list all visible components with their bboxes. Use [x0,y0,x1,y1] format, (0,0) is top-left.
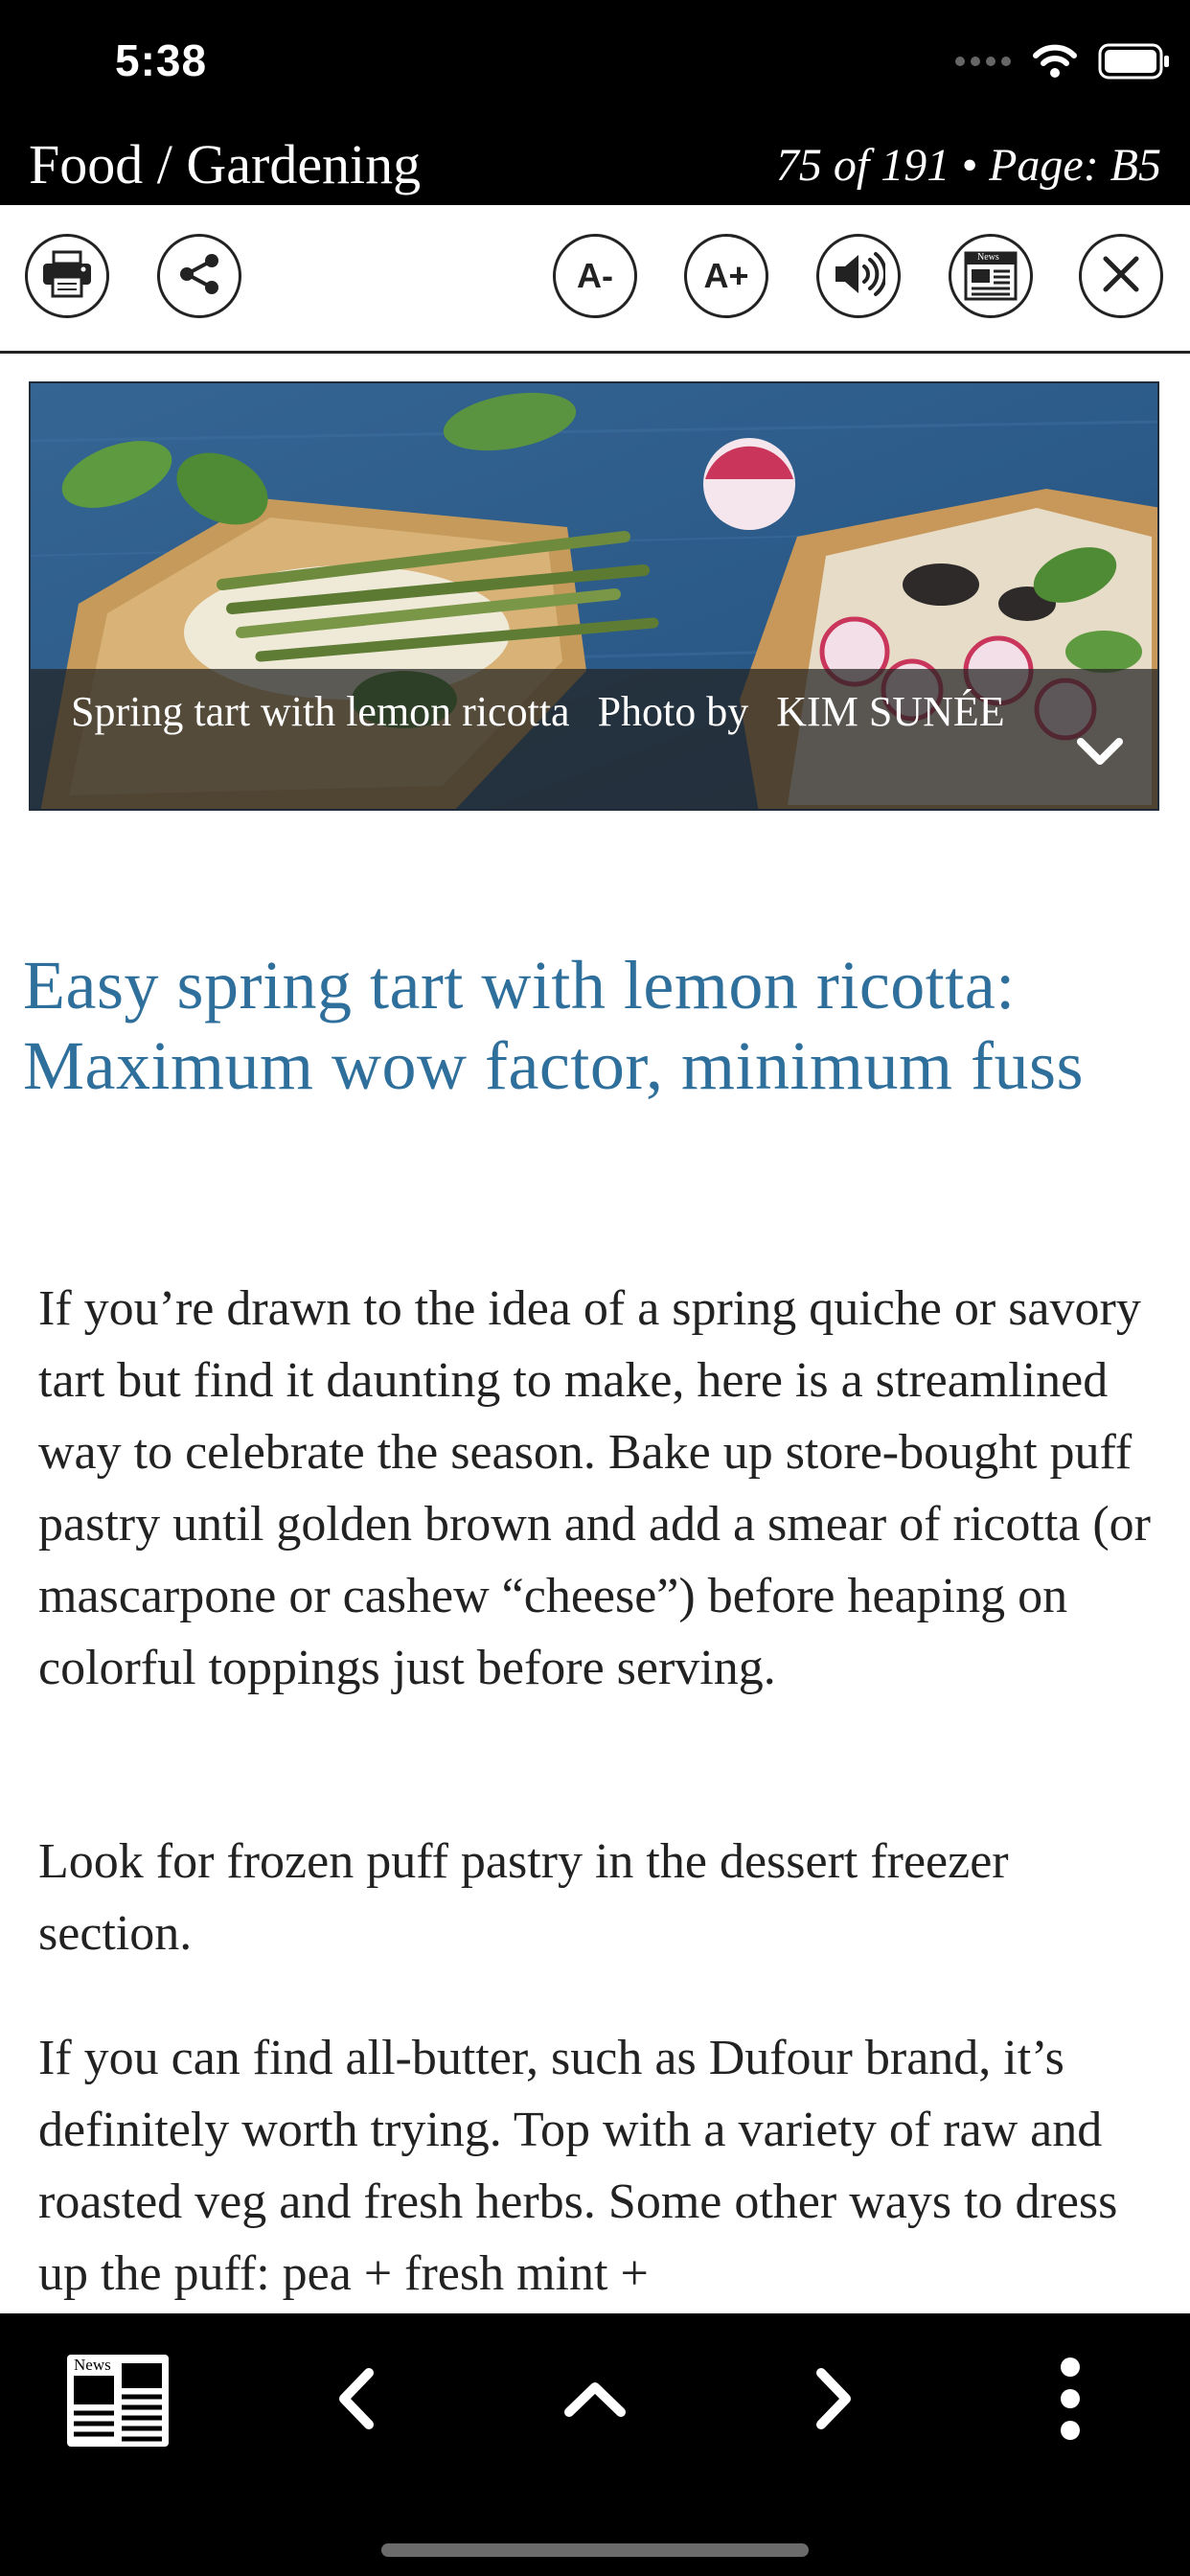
caption-credit-prefix: Photo by [597,688,749,735]
hero-photo[interactable]: Spring tart with lemon ricotta Photo by … [29,381,1159,811]
page-info: 75 of 191 • Page: B5 [776,134,1161,197]
battery-icon [1098,43,1171,84]
print-button[interactable] [25,234,109,318]
article-toolbar: A- A+ News [0,205,1190,354]
chevron-left-icon [329,2365,386,2437]
wifi-icon [1033,44,1077,83]
caption-expand-button[interactable] [1069,721,1131,782]
chevron-up-icon [561,2370,629,2432]
section-title: Food / Gardening [29,133,422,196]
font-smaller-label: A- [577,256,613,295]
bottom-navigation: News [0,2313,1190,2576]
close-button[interactable] [1079,234,1163,318]
read-aloud-button[interactable] [816,234,901,318]
more-options-button[interactable] [1008,2338,1133,2463]
printer-icon [41,250,93,303]
font-larger-label: A+ [703,256,749,295]
newspaper-icon-label: News [977,252,999,263]
scroll-top-button[interactable] [533,2338,657,2463]
article-paragraph: If you’re drawn to the idea of a spring … [38,1281,1151,1695]
chevron-right-icon [804,2365,861,2437]
font-larger-button[interactable]: A+ [684,234,768,318]
page-info-separator: • [961,140,978,191]
share-button[interactable] [157,234,241,318]
caption-text: Spring tart with lemon ricotta [71,688,570,735]
close-icon [1100,253,1142,300]
article-paragraph: If you can find all-butter, such as Dufo… [38,2031,1118,2301]
share-icon [175,250,223,303]
previous-article-button[interactable] [295,2338,420,2463]
sections-button[interactable]: News [56,2338,180,2463]
newspaper-view-button[interactable]: News [949,234,1033,318]
newspaper-icon: News [64,2352,172,2450]
home-indicator[interactable] [381,2543,809,2557]
newspaper-icon: News [964,251,1018,301]
status-icons [954,38,1171,88]
next-article-button[interactable] [770,2338,895,2463]
article-position: 75 of 191 [775,140,950,191]
more-vertical-icon [1056,2356,1085,2447]
status-time: 5:38 [115,35,208,85]
speaker-icon [832,251,888,302]
signal-dots-icon [954,55,1012,73]
newspaper-icon-label: News [74,2356,111,2374]
top-bar: 5:38 Food / Gardening 75 of 191 • Page: … [0,0,1190,205]
article-paragraph: Look for frozen puff pastry in the desse… [38,1834,1009,1961]
page-label: Page: B5 [989,140,1161,191]
photo-caption: Spring tart with lemon ricotta Photo by … [31,669,1157,809]
caption-credit-name: KIM SUNÉE [776,688,1005,735]
font-smaller-button[interactable]: A- [553,234,637,318]
article-headline: Easy spring tart with lemon ricotta: Max… [23,947,1085,1104]
